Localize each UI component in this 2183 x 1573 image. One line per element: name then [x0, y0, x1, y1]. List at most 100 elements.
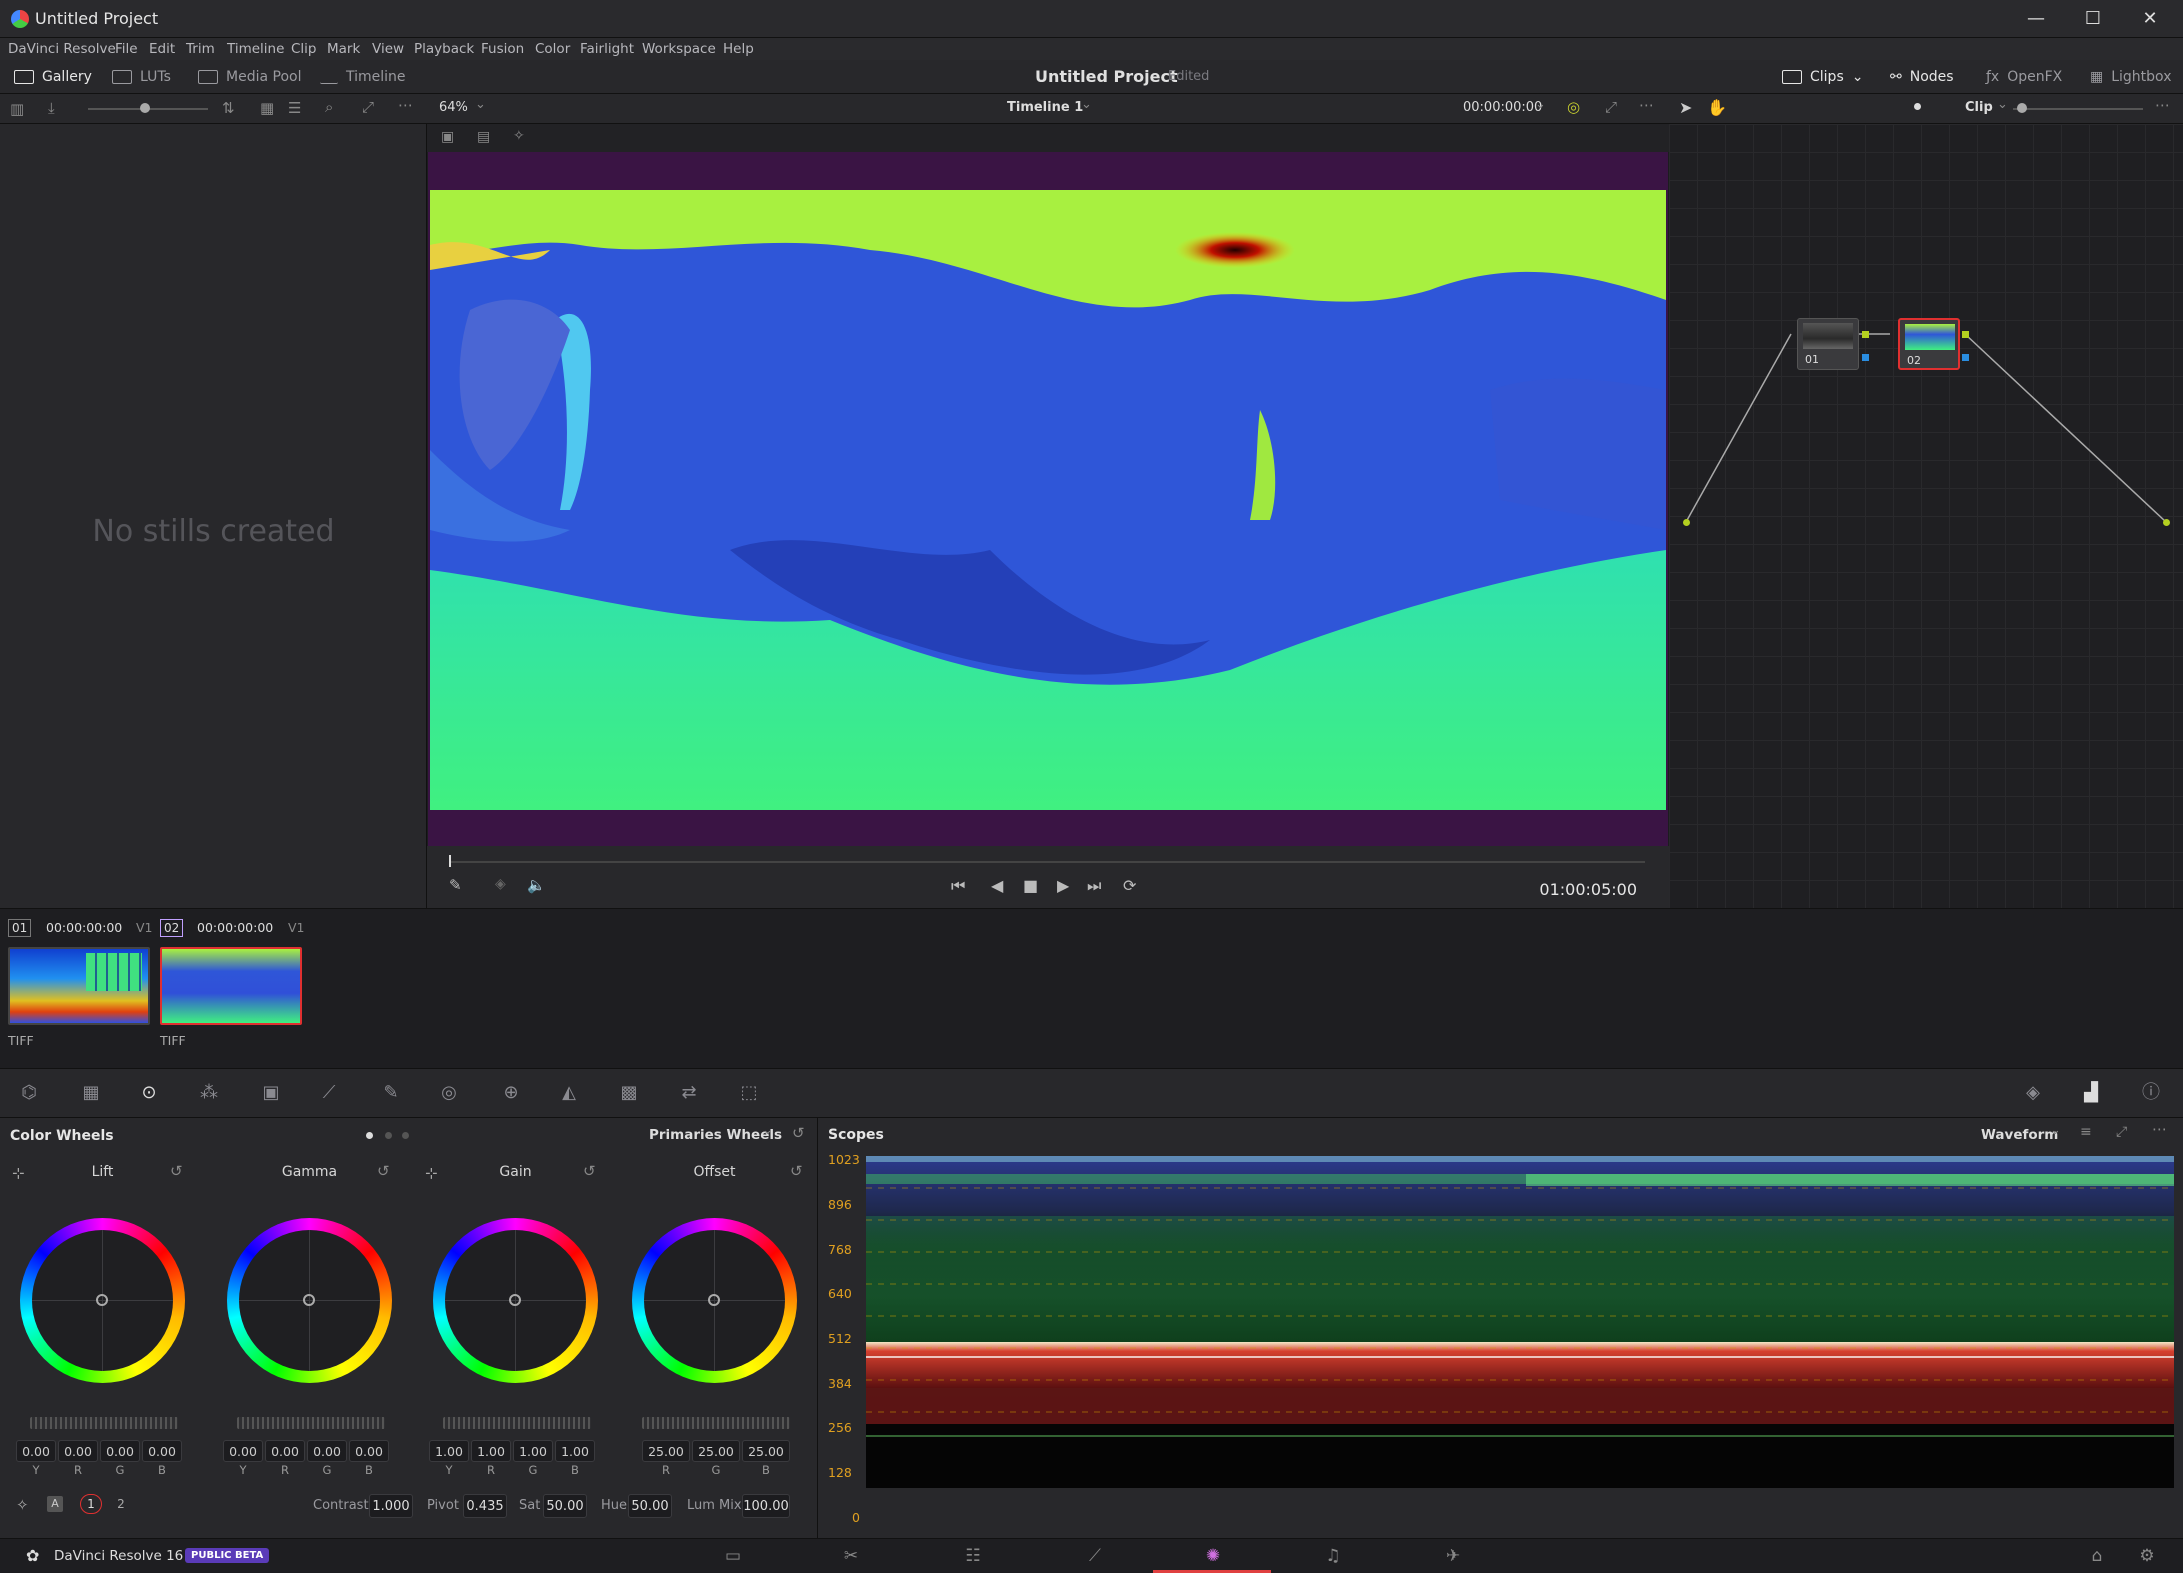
menu-trim[interactable]: Trim	[186, 38, 215, 60]
rgb-mixer-icon[interactable]: ⁂	[198, 1083, 220, 1103]
menu-mark[interactable]: Mark	[327, 38, 360, 60]
menu-view[interactable]: View	[372, 38, 404, 60]
fusion-page-icon[interactable]: ⟋	[1084, 1545, 1106, 1567]
motion-effects-icon[interactable]: ▣	[260, 1083, 282, 1103]
media-pool-button[interactable]: Media Pool	[198, 60, 301, 94]
grab-still-icon[interactable]: ⤓	[48, 99, 55, 117]
info-icon[interactable]: ⓘ	[2140, 1083, 2162, 1103]
timeline-select[interactable]: Timeline 1	[1007, 100, 1083, 115]
color-page-icon[interactable]: ✺	[1202, 1545, 1224, 1567]
menu-help[interactable]: Help	[723, 38, 754, 60]
page-dot[interactable]	[366, 1132, 373, 1139]
pointer-icon[interactable]: ➤	[1679, 98, 1692, 117]
menu-file[interactable]: File	[115, 38, 138, 60]
luts-button[interactable]: LUTs	[112, 60, 171, 94]
playhead[interactable]	[449, 855, 451, 867]
go-to-start-icon[interactable]: ⏮	[951, 876, 965, 896]
layers-icon[interactable]: ◈	[495, 876, 506, 892]
nodes-button[interactable]: ⚯ Nodes	[1890, 60, 1954, 94]
wheel-handle[interactable]	[509, 1294, 521, 1306]
openfx-button[interactable]: ƒx OpenFX	[1986, 60, 2062, 94]
sat-field[interactable]: 50.00	[543, 1494, 587, 1518]
lift-g-value[interactable]: 0.00	[100, 1440, 140, 1462]
menu-color[interactable]: Color	[535, 38, 570, 60]
more-options-icon[interactable]: ⋯	[1639, 96, 1654, 114]
menu-edit[interactable]: Edit	[149, 38, 175, 60]
viewer-timecode[interactable]: 00:00:00:00	[1463, 100, 1542, 115]
reset-icon[interactable]: ↺	[377, 1162, 390, 1180]
master-wheel-slider[interactable]	[443, 1417, 591, 1429]
gain-g-value[interactable]: 1.00	[513, 1440, 553, 1462]
single-view-icon[interactable]: ▣	[441, 129, 454, 145]
contrast-field[interactable]: 1.000	[369, 1494, 413, 1518]
auto-balance-icon[interactable]: ✧	[16, 1496, 29, 1514]
color-ring[interactable]	[20, 1218, 185, 1383]
node-zoom-slider[interactable]	[2013, 108, 2143, 110]
timeline-button[interactable]: Timeline	[320, 60, 406, 94]
play-icon[interactable]: ▶	[1057, 876, 1069, 895]
hand-icon[interactable]: ✋	[1707, 98, 1727, 117]
camera-raw-icon[interactable]: ⌬	[18, 1083, 40, 1103]
gamma-g-value[interactable]: 0.00	[307, 1440, 347, 1462]
menu-clip[interactable]: Clip	[291, 38, 317, 60]
scopes-icon[interactable]: ▟	[2080, 1083, 2102, 1103]
node-mode-select[interactable]: Clip	[1965, 100, 1993, 115]
split-view-icon[interactable]: ▤	[477, 129, 490, 145]
output-port[interactable]	[2163, 519, 2170, 526]
clip-thumbnail-01[interactable]	[8, 947, 150, 1025]
master-wheel-slider[interactable]	[237, 1417, 385, 1429]
minimize-button[interactable]: —	[2016, 6, 2056, 32]
node-output-port[interactable]	[1962, 331, 1969, 338]
gain-y-value[interactable]: 1.00	[429, 1440, 469, 1462]
sidebar-toggle-icon[interactable]: ▥	[10, 100, 24, 118]
fairlight-page-icon[interactable]: ♫	[1322, 1545, 1344, 1567]
tracker-icon[interactable]: ⊕	[500, 1083, 522, 1103]
deliver-page-icon[interactable]: ✈	[1442, 1545, 1464, 1567]
edit-page-icon[interactable]: ☷	[962, 1545, 984, 1567]
source-input-port[interactable]	[1683, 519, 1690, 526]
more-options-icon[interactable]: ⋯	[2152, 1120, 2167, 1138]
fullscreen-icon[interactable]: ⤢	[1605, 98, 1617, 116]
gain-b-value[interactable]: 1.00	[555, 1440, 595, 1462]
reset-all-icon[interactable]: ↺	[792, 1124, 805, 1142]
scrub-bar[interactable]	[449, 861, 1645, 863]
close-button[interactable]: ✕	[2130, 6, 2170, 32]
color-bypass-icon[interactable]: ◎	[1567, 98, 1580, 116]
cut-page-icon[interactable]: ✂	[840, 1545, 862, 1567]
stop-icon[interactable]: ■	[1023, 876, 1038, 895]
page-1-button[interactable]: 1	[80, 1494, 102, 1514]
blur-icon[interactable]: ◭	[558, 1083, 580, 1103]
node-alpha-port[interactable]	[1862, 354, 1869, 361]
thumb-size-handle[interactable]	[140, 103, 150, 113]
menu-fusion[interactable]: Fusion	[481, 38, 524, 60]
lift-y-value[interactable]: 0.00	[16, 1440, 56, 1462]
page-2-button[interactable]: 2	[110, 1494, 132, 1514]
node-zoom-handle[interactable]	[2017, 103, 2027, 113]
offset-g-value[interactable]: 25.00	[692, 1440, 740, 1462]
node-graph[interactable]: 01 02	[1669, 124, 2183, 908]
sizing-icon[interactable]: ⇄	[678, 1083, 700, 1103]
clips-button[interactable]: Clips ⌄	[1782, 60, 1863, 94]
home-icon[interactable]: ⌂	[2086, 1545, 2108, 1567]
expand-icon[interactable]: ⤢	[2116, 1124, 2127, 1140]
menu-davinci[interactable]: DaVinci Resolve	[8, 38, 116, 60]
menu-playback[interactable]: Playback	[414, 38, 474, 60]
clip-thumbnail-02[interactable]	[160, 947, 302, 1025]
offset-b-value[interactable]: 25.00	[742, 1440, 790, 1462]
gallery-button[interactable]: Gallery	[14, 60, 92, 94]
viewer-image[interactable]	[430, 190, 1666, 810]
window-icon[interactable]: ◎	[438, 1083, 460, 1103]
page-dot[interactable]	[402, 1132, 409, 1139]
settings-gear-icon[interactable]: ⚙	[2136, 1545, 2158, 1567]
wheel-handle[interactable]	[303, 1294, 315, 1306]
play-reverse-icon[interactable]: ◀	[991, 876, 1003, 895]
curves-icon[interactable]: ⟋	[318, 1083, 340, 1103]
list-view-icon[interactable]: ☰	[288, 99, 301, 117]
color-ring[interactable]	[433, 1218, 598, 1383]
magic-wand-icon[interactable]: ✧	[513, 128, 525, 144]
more-options-icon[interactable]: ⋯	[2155, 96, 2170, 114]
lift-r-value[interactable]: 0.00	[58, 1440, 98, 1462]
maximize-button[interactable]: ☐	[2073, 6, 2113, 32]
gamma-r-value[interactable]: 0.00	[265, 1440, 305, 1462]
keyframes-icon[interactable]: ◈	[2022, 1083, 2044, 1103]
